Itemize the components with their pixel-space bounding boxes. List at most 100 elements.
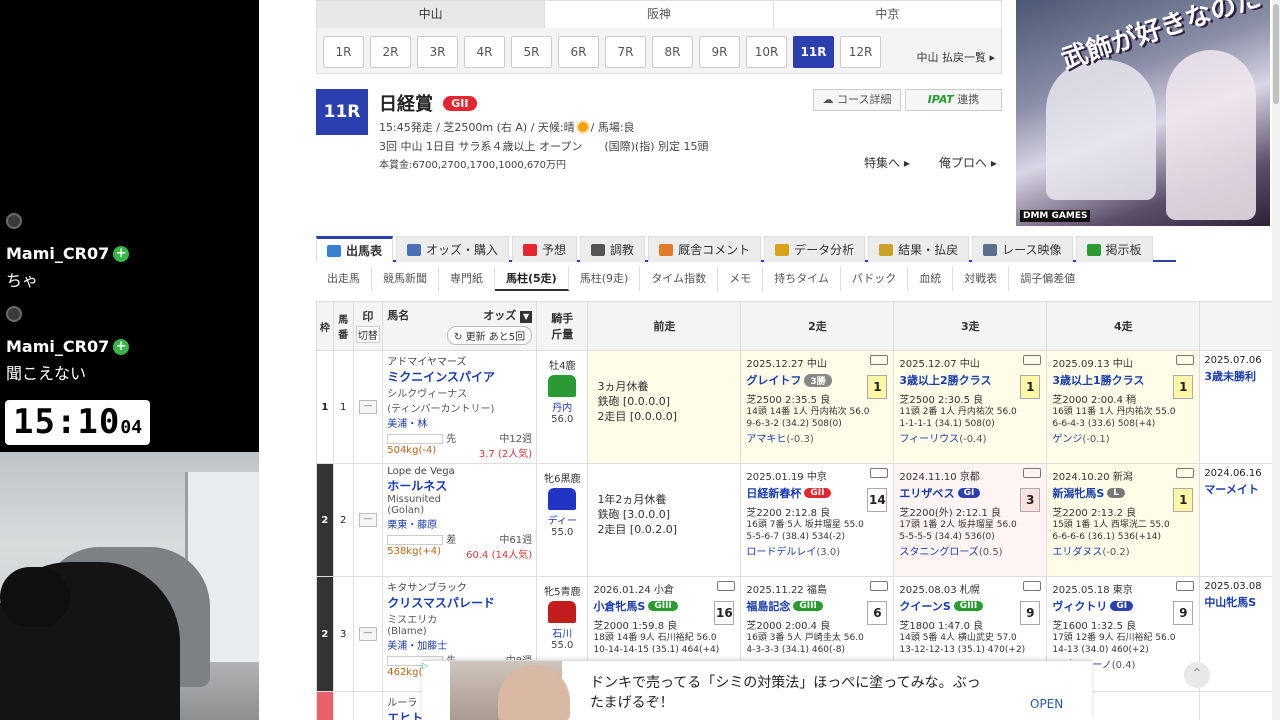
- past-run-rival: フィーリウス(-0.4): [899, 430, 1041, 445]
- bottom-ad[interactable]: ▷ ドンキで売ってる「シミの対策法」ほっぺに塗ってみな。ぶったまげるぞ！ OPE…: [422, 660, 1092, 720]
- mark-select[interactable]: —: [358, 513, 377, 527]
- tab-6[interactable]: 結果・払戻: [868, 236, 970, 262]
- race-button-10r[interactable]: 10R: [746, 36, 787, 68]
- running-style-bar: [387, 535, 444, 545]
- horse-name-link[interactable]: ホールネス: [387, 477, 532, 494]
- scrollbar[interactable]: [1272, 0, 1280, 720]
- race-button-3r[interactable]: 3R: [417, 36, 458, 68]
- subtab-5[interactable]: タイム指数: [640, 267, 719, 291]
- race-button-8r[interactable]: 8R: [652, 36, 693, 68]
- past-run-cell-5[interactable]: 2024.06.16 マーメイト: [1199, 463, 1280, 577]
- past-run-cell[interactable]: 2025.01.19 中京 日経新春杯 GII 14 芝2200 2:12.8 良 16頭…: [740, 463, 895, 577]
- race-button-1r[interactable]: 1R: [323, 36, 364, 68]
- odds-refresh-button[interactable]: ↻ 更新 あと5回: [447, 326, 533, 345]
- banner-ad[interactable]: 武飾が好きなのだ〜 DMM GAMES: [1016, 0, 1270, 226]
- subtab-10[interactable]: 対戦表: [953, 267, 1010, 291]
- video-icon[interactable]: [1176, 355, 1195, 365]
- past-run-cell[interactable]: 2025.12.27 中山 グレイトフ 3勝 1 芝2500 2:35.5 良 14頭 1…: [740, 350, 895, 464]
- past-run-date: 2026.01.24 小倉: [593, 585, 674, 596]
- venue-tab-nakayama[interactable]: 中山: [317, 1, 546, 28]
- past-run-cell[interactable]: 2025.12.07 中山 3歳以上2勝クラス 1 芝2500 2:30.5 良 11頭…: [893, 350, 1048, 464]
- course-detail-button[interactable]: ☁ コース詳細: [813, 89, 901, 111]
- tab-1[interactable]: オッズ・購入: [396, 236, 510, 262]
- subtab-8[interactable]: パドック: [841, 267, 909, 291]
- horse-trainer[interactable]: 美浦・林: [387, 415, 532, 430]
- race-button-2r[interactable]: 2R: [370, 36, 411, 68]
- race-button-9r[interactable]: 9R: [699, 36, 740, 68]
- ad-choices-icon[interactable]: ▷: [422, 661, 434, 673]
- ad-open-button[interactable]: OPEN: [1030, 697, 1063, 711]
- subtab-11[interactable]: 調子偏差値: [1009, 267, 1086, 291]
- horse-name-link[interactable]: ミクニインスパイア: [387, 368, 532, 385]
- race-button-6r[interactable]: 6R: [558, 36, 599, 68]
- tab-4[interactable]: 厩舎コメント: [648, 236, 762, 262]
- feature-link[interactable]: 特集へ ▸: [864, 154, 910, 171]
- past-run-race-name[interactable]: 3歳以上1勝クラス: [1052, 372, 1144, 388]
- tab-8[interactable]: 掲示板: [1075, 236, 1153, 262]
- jockey-name[interactable]: 石川: [537, 625, 587, 640]
- past-run-race-name[interactable]: 日経新春杯: [746, 485, 801, 501]
- subtab-9[interactable]: 血統: [908, 267, 954, 291]
- pro-link[interactable]: 俺プロへ ▸: [939, 154, 997, 171]
- mark-select[interactable]: —: [358, 400, 377, 414]
- subtab-6[interactable]: メモ: [718, 267, 764, 291]
- past-run-cell[interactable]: 2025.09.13 中山 3歳以上1勝クラス 1 芝2000 2:00.4 稍 16頭…: [1046, 350, 1201, 464]
- past-run-race-name[interactable]: 小倉牝馬S: [593, 598, 645, 614]
- video-icon[interactable]: [717, 581, 736, 591]
- video-icon[interactable]: [1176, 581, 1195, 591]
- mark-toggle-button[interactable]: 切替: [355, 325, 381, 343]
- subtab-3[interactable]: 馬柱(5走): [495, 267, 569, 291]
- col-mark: 印 切替: [352, 301, 384, 351]
- tab-5[interactable]: データ分析: [764, 236, 866, 262]
- race-button-5r[interactable]: 5R: [511, 36, 552, 68]
- subtab-2[interactable]: 専門紙: [439, 267, 495, 291]
- video-icon[interactable]: [1176, 468, 1195, 478]
- ipat-logo: IPAT: [927, 93, 954, 106]
- past-run-race-name[interactable]: ヴィクトリ: [1052, 598, 1107, 614]
- past-run-race-name[interactable]: 3歳以上2勝クラス: [899, 372, 991, 388]
- horse-name-link[interactable]: クリスマスパレード: [387, 594, 532, 611]
- video-icon[interactable]: [1023, 355, 1042, 365]
- past-run-cell[interactable]: 2024.10.20 新潟 新潟牝馬S L 1 芝2200 2:13.2 良 15頭 1番…: [1046, 463, 1201, 577]
- past-run-race-name[interactable]: 福島記念: [746, 598, 790, 614]
- video-icon[interactable]: [1023, 468, 1042, 478]
- horse-sire: アドマイヤマーズ: [387, 357, 467, 368]
- video-icon[interactable]: [870, 581, 889, 591]
- venue-tab-hanshin[interactable]: 阪神: [545, 1, 774, 28]
- subtab-4[interactable]: 馬柱(9走): [569, 267, 641, 291]
- jockey-name[interactable]: ディー: [537, 512, 587, 527]
- mark-select[interactable]: —: [358, 627, 377, 641]
- scroll-top-button[interactable]: ⌃: [1184, 662, 1210, 688]
- subtab-0[interactable]: 出走馬: [316, 267, 372, 291]
- video-icon[interactable]: [870, 468, 889, 478]
- subtab-1[interactable]: 競馬新聞: [372, 267, 439, 291]
- past-run-cell[interactable]: 2024.11.10 京都 エリザベス GI 3 芝2200(外) 2:12.1 良 17…: [893, 463, 1048, 577]
- horse-trainer[interactable]: 美浦・加藤士: [387, 637, 532, 652]
- past-run-date: 2025.05.18 東京: [1052, 585, 1133, 596]
- scrollbar-thumb[interactable]: [1273, 4, 1279, 104]
- payout-list-link[interactable]: 中山 払戻一覧 ▸: [916, 49, 995, 65]
- race-button-4r[interactable]: 4R: [464, 36, 505, 68]
- tab-7[interactable]: レース映像: [972, 236, 1073, 262]
- race-button-11r[interactable]: 11R: [793, 36, 834, 68]
- venue-tab-chukyo[interactable]: 中京: [773, 1, 1001, 28]
- video-icon[interactable]: [870, 355, 889, 365]
- ipat-link-button[interactable]: IPAT 連携: [905, 89, 1002, 111]
- past-run-race-name[interactable]: 新潟牝馬S: [1052, 485, 1104, 501]
- past-run-race-name[interactable]: エリザベス: [899, 485, 954, 501]
- past-run-race-name[interactable]: クイーンS: [899, 598, 950, 614]
- race-button-7r[interactable]: 7R: [605, 36, 646, 68]
- tab-2[interactable]: 予想: [512, 236, 578, 262]
- past-run-cell-5[interactable]: 2025.07.06 3歳未勝利: [1199, 350, 1280, 464]
- silk-icon: [548, 601, 577, 623]
- tab-0[interactable]: 出馬表: [316, 236, 394, 262]
- video-icon[interactable]: [1023, 581, 1042, 591]
- past-run-race-name[interactable]: グレイトフ: [746, 372, 801, 388]
- odds-sort[interactable]: オッズ ▼: [483, 307, 533, 323]
- subtab-7[interactable]: 持ちタイム: [763, 267, 841, 291]
- tab-3[interactable]: 調教: [580, 236, 646, 262]
- past-run-cell-5[interactable]: 2025.03.08 中山牝馬S: [1199, 576, 1280, 692]
- race-button-12r[interactable]: 12R: [840, 36, 881, 68]
- horse-trainer[interactable]: 栗東・藤原: [387, 516, 532, 531]
- jockey-name[interactable]: 丹内: [537, 399, 587, 414]
